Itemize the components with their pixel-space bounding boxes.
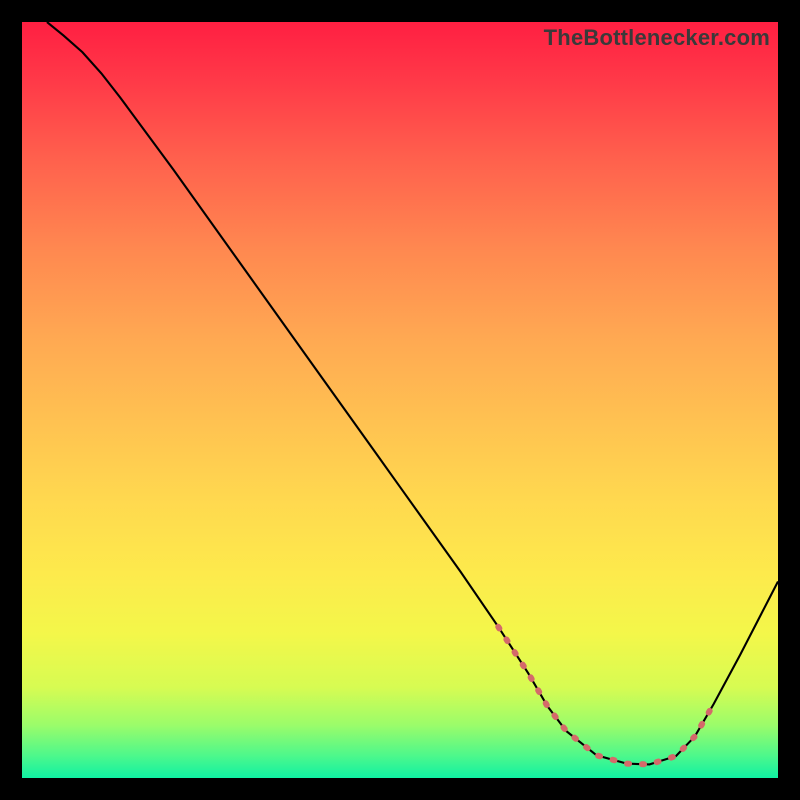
marker-dots xyxy=(498,627,713,765)
chart-frame: TheBottlenecker.com xyxy=(22,22,778,778)
chart-plot xyxy=(22,22,778,778)
curve-line xyxy=(47,22,778,764)
